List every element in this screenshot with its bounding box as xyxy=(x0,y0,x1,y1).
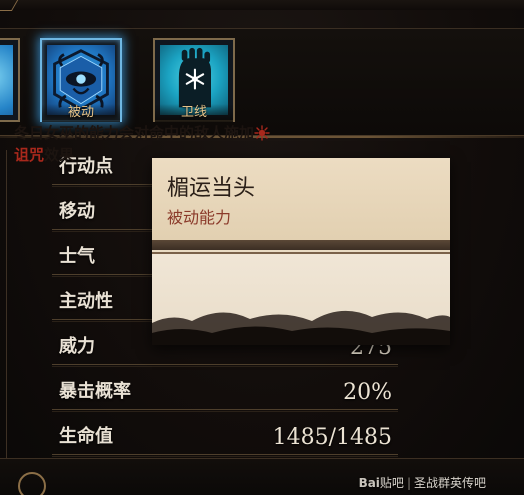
stat-label: 主动性 xyxy=(59,291,113,312)
stat-row-health: 生命值 1485/1485 xyxy=(52,412,398,457)
curse-label: 诅咒 xyxy=(14,146,45,164)
skill-card-guard[interactable]: 卫线 xyxy=(153,38,235,122)
forum-watermark: Bai贴吧 | 圣战群英传吧 xyxy=(359,474,486,491)
tooltip-body xyxy=(152,254,450,345)
ring-ornament xyxy=(18,472,46,495)
curse-icon xyxy=(254,125,270,141)
tooltip-title: 楣运当头 xyxy=(167,176,256,201)
watermark-forum: 圣战群英传吧 xyxy=(413,476,486,490)
top-frame-edge xyxy=(0,0,524,11)
stat-row-crit-chance: 暴击概率 20% xyxy=(52,367,398,412)
tooltip-header: 楣运当头 被动能力 xyxy=(152,158,450,240)
stat-value: 1485/1485 xyxy=(272,425,392,450)
stat-label: 暴击概率 xyxy=(59,381,131,402)
ability-tooltip: 楣运当头 被动能力 xyxy=(152,158,450,345)
stat-label: 移动 xyxy=(59,201,95,222)
left-panel-edge xyxy=(0,150,7,480)
skill-card-offscreen[interactable] xyxy=(0,38,20,122)
skill-card-passive[interactable]: 被动 xyxy=(40,38,122,122)
skill-art xyxy=(0,45,13,115)
stat-label: 士气 xyxy=(59,246,95,267)
stat-value: 20% xyxy=(343,380,392,405)
description-text: 冬日女巫的能力会对命中的敌人施加 xyxy=(14,124,255,142)
guard-label: 卫线 xyxy=(155,104,233,122)
tooltip-subtitle: 被动能力 xyxy=(167,208,232,227)
stat-label: 威力 xyxy=(59,336,95,357)
game-screen: 被动 卫线 行动点 移动 士气 主动性 威力 275 暴击概率 20% 生命值 … xyxy=(0,0,524,495)
passive-label: 被动 xyxy=(42,104,120,122)
ink-splash-decoration xyxy=(152,310,450,345)
tooltip-divider xyxy=(152,240,450,254)
watermark-logo-suffix: 贴吧 xyxy=(379,476,404,490)
frame-ornament xyxy=(0,0,19,11)
watermark-separator: | xyxy=(406,476,411,490)
description-suffix: 效果 xyxy=(44,146,75,164)
tooltip-description: 冬日女巫的能力会对命中的敌人施加诅咒效果 xyxy=(14,122,284,166)
stat-label: 生命值 xyxy=(59,426,113,447)
watermark-logo: Bai xyxy=(358,476,380,490)
